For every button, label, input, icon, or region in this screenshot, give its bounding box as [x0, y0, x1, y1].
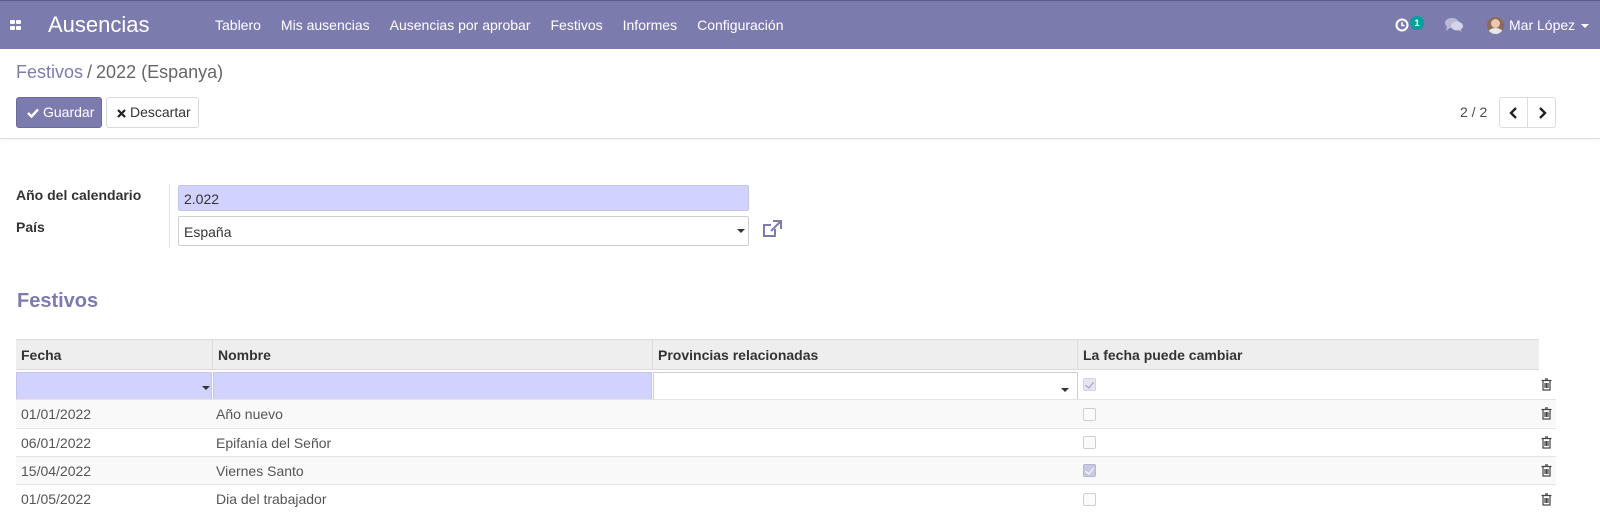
trash-icon[interactable] — [1541, 407, 1552, 420]
new-date-input[interactable] — [16, 372, 212, 400]
pager-next-button[interactable] — [1527, 97, 1556, 128]
column-header-fecha[interactable]: Fecha — [16, 340, 213, 370]
menu-item-informes[interactable]: Informes — [613, 1, 687, 50]
main-menu: Tablero Mis ausencias Ausencias por apro… — [205, 1, 793, 50]
user-avatar[interactable] — [1487, 17, 1504, 34]
table-row[interactable]: 15/04/2022 Viernes Santo — [16, 456, 1556, 484]
menu-item-ausencias-por-aprobar[interactable]: Ausencias por aprobar — [380, 1, 541, 50]
table-row[interactable]: 01/05/2022 Dia del trabajador — [16, 484, 1556, 512]
year-input[interactable]: 2.022 — [178, 185, 749, 211]
date-can-change-checkbox[interactable] — [1083, 436, 1096, 449]
date-can-change-checkbox[interactable] — [1083, 493, 1096, 506]
row-name: Viernes Santo — [216, 463, 304, 479]
table-row[interactable]: 01/01/2022 Año nuevo — [16, 399, 1556, 427]
breadcrumb-festivos-link[interactable]: Festivos — [16, 62, 83, 82]
activity-count-badge: 1 — [1410, 16, 1424, 30]
trash-icon[interactable] — [1541, 378, 1552, 391]
activity-clock-icon[interactable] — [1395, 18, 1409, 32]
menu-item-mis-ausencias[interactable]: Mis ausencias — [271, 1, 380, 50]
save-button[interactable]: Guardar — [16, 97, 102, 128]
apps-menu-icon[interactable] — [10, 20, 22, 31]
row-date: 01/01/2022 — [21, 406, 92, 422]
table-row[interactable]: 06/01/2022 Epifanía del Señor — [16, 428, 1556, 456]
country-select[interactable]: España — [178, 216, 749, 246]
chevron-left-icon — [1509, 107, 1517, 119]
column-header-nombre[interactable]: Nombre — [213, 340, 653, 370]
date-can-change-checkbox[interactable] — [1083, 464, 1096, 477]
control-panel-divider — [0, 138, 1600, 139]
table-edit-row — [16, 370, 1556, 401]
holidays-table-header: Fecha Nombre Provincias relacionadas La … — [16, 339, 1539, 370]
menu-item-tablero[interactable]: Tablero — [205, 1, 271, 50]
new-date-can-change-checkbox[interactable] — [1083, 378, 1096, 391]
breadcrumb-current: 2022 (Espanya) — [96, 62, 224, 82]
user-name[interactable]: Mar López — [1509, 1, 1575, 50]
country-select-value: España — [184, 224, 232, 240]
messages-icon[interactable] — [1444, 17, 1464, 33]
country-label: País — [16, 219, 45, 235]
check-icon — [27, 108, 39, 119]
column-header-provincias[interactable]: Provincias relacionadas — [653, 340, 1078, 370]
discard-button-label: Descartar — [130, 104, 191, 120]
discard-button[interactable]: Descartar — [106, 97, 199, 128]
menu-item-configuracion[interactable]: Configuración — [687, 1, 793, 50]
close-icon — [117, 109, 126, 118]
row-name: Año nuevo — [216, 406, 283, 422]
trash-icon[interactable] — [1541, 436, 1552, 449]
row-name: Dia del trabajador — [216, 491, 327, 507]
breadcrumb: Festivos/2022 (Espanya) — [16, 62, 223, 83]
top-navbar: Ausencias Tablero Mis ausencias Ausencia… — [0, 0, 1600, 49]
new-name-input[interactable] — [213, 372, 652, 400]
external-link-icon[interactable] — [761, 219, 783, 239]
date-can-change-checkbox[interactable] — [1083, 408, 1096, 421]
chevron-down-icon[interactable] — [202, 386, 210, 390]
row-date: 15/04/2022 — [21, 463, 92, 479]
column-header-fecha-puede-cambiar[interactable]: La fecha puede cambiar — [1078, 340, 1539, 370]
row-date: 01/05/2022 — [21, 491, 92, 507]
pager-previous-button[interactable] — [1499, 97, 1528, 128]
row-date: 06/01/2022 — [21, 435, 92, 451]
chevron-down-icon[interactable] — [737, 229, 745, 233]
breadcrumb-separator: / — [87, 62, 93, 82]
year-label: Año del calendario — [16, 187, 142, 203]
row-name: Epifanía del Señor — [216, 435, 332, 451]
chevron-right-icon — [1539, 107, 1547, 119]
trash-icon[interactable] — [1541, 493, 1552, 506]
new-provinces-select[interactable] — [653, 372, 1078, 401]
user-menu-caret-icon[interactable] — [1581, 24, 1589, 28]
trash-icon[interactable] — [1541, 464, 1552, 477]
holidays-section-title: Festivos — [17, 290, 99, 312]
chevron-down-icon[interactable] — [1061, 388, 1069, 392]
menu-item-festivos[interactable]: Festivos — [541, 1, 613, 50]
save-button-label: Guardar — [43, 104, 95, 120]
pager-value[interactable]: 2 / 2 — [1460, 104, 1487, 120]
app-title[interactable]: Ausencias — [48, 12, 150, 38]
form-label-divider — [169, 184, 170, 248]
